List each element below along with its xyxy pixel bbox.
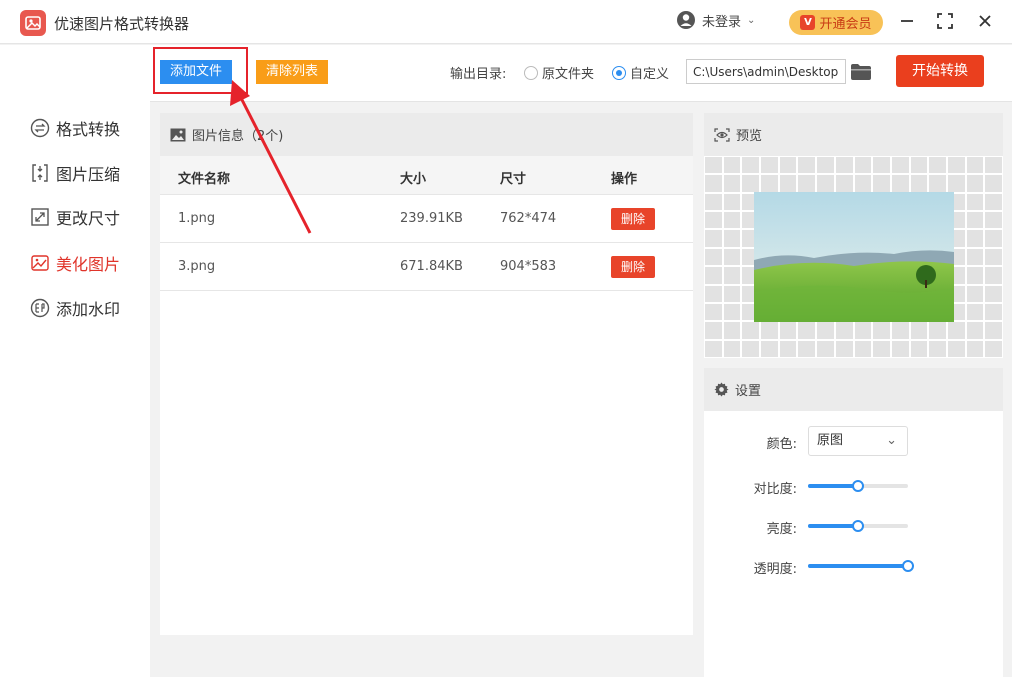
- login-status: 未登录: [702, 14, 742, 30]
- contrast-row: 对比度:: [704, 478, 1003, 497]
- chevron-down-icon: ⌄: [747, 14, 756, 26]
- chevron-down-icon: ⌄: [886, 433, 897, 448]
- compress-icon: [32, 164, 48, 182]
- color-select[interactable]: 原图 ⌄: [808, 426, 908, 456]
- user-avatar-icon: [677, 11, 695, 29]
- slider-handle[interactable]: [852, 480, 864, 492]
- maximize-button[interactable]: [934, 10, 956, 32]
- table-row[interactable]: 1.png 239.91KB 762*474 删除: [160, 195, 693, 243]
- add-file-button[interactable]: 添加文件: [160, 60, 232, 84]
- settings-title: 设置: [735, 384, 762, 399]
- minimize-button[interactable]: [896, 10, 918, 32]
- preview-title: 预览: [736, 129, 763, 144]
- close-icon: [979, 15, 991, 27]
- brightness-label: 亮度:: [766, 522, 797, 537]
- opacity-slider[interactable]: [808, 560, 914, 572]
- output-path-input[interactable]: [686, 59, 846, 84]
- watermark-icon: [30, 298, 50, 318]
- file-info-header: 图片信息（2个): [160, 113, 693, 156]
- start-convert-button[interactable]: 开始转换: [896, 55, 984, 87]
- settings-header: 设置: [704, 368, 1003, 411]
- clear-list-button[interactable]: 清除列表: [256, 60, 328, 84]
- sidebar-item-label: 图片压缩: [56, 165, 121, 184]
- file-dims: 904*583: [500, 259, 557, 274]
- folder-icon[interactable]: [850, 63, 872, 81]
- slider-fill: [808, 524, 858, 528]
- close-button[interactable]: [974, 10, 996, 32]
- file-size: 671.84KB: [400, 259, 463, 274]
- slider-fill: [808, 484, 858, 488]
- radio-unchecked-icon: [524, 65, 538, 80]
- column-header: 文件名称: [178, 172, 231, 187]
- radio-original-folder[interactable]: 原文件夹: [524, 63, 594, 82]
- maximize-icon: [937, 13, 953, 29]
- column-header: 尺寸: [500, 172, 527, 187]
- contrast-slider[interactable]: [808, 480, 908, 492]
- preview-panel: 预览: [704, 113, 1003, 358]
- gear-icon: [714, 382, 729, 397]
- sidebar-item-label: 更改尺寸: [56, 209, 121, 228]
- minimize-icon: [901, 20, 913, 22]
- vip-icon: V: [800, 15, 816, 30]
- image-icon: [170, 128, 186, 141]
- sidebar-item-compress[interactable]: 图片压缩: [30, 161, 120, 185]
- sidebar-item-resize[interactable]: 更改尺寸: [30, 205, 120, 229]
- vip-button[interactable]: V 开通会员: [789, 10, 883, 35]
- delete-button[interactable]: 删除: [611, 256, 655, 278]
- file-name: 1.png: [178, 211, 216, 226]
- slider-handle[interactable]: [902, 560, 914, 572]
- delete-button[interactable]: 删除: [611, 208, 655, 230]
- app-title: 优速图片格式转换器: [54, 15, 190, 33]
- radio-checked-icon: [612, 65, 626, 80]
- slider-handle[interactable]: [852, 520, 864, 532]
- contrast-label: 对比度:: [753, 482, 797, 497]
- brightness-slider[interactable]: [808, 520, 908, 532]
- settings-panel: 设置 颜色: 原图 ⌄ 对比度: 亮度: 透明度:: [704, 368, 1003, 677]
- sidebar-item-label: 添加水印: [56, 300, 121, 319]
- preview-eye-icon: [714, 127, 730, 142]
- opacity-label: 透明度:: [753, 562, 797, 577]
- output-dir-label: 输出目录:: [450, 67, 507, 82]
- column-header: 操作: [611, 172, 638, 187]
- user-menu[interactable]: 未登录 ⌄: [676, 10, 755, 30]
- file-info-panel: 图片信息（2个) 文件名称 大小 尺寸 操作 1.png 239.91KB 76…: [160, 113, 693, 635]
- sidebar-item-format-convert[interactable]: 格式转换: [30, 116, 120, 140]
- preview-image: [754, 192, 954, 322]
- color-value: 原图: [817, 433, 844, 448]
- color-row: 颜色: 原图 ⌄: [704, 426, 1003, 456]
- table-row[interactable]: 3.png 671.84KB 904*583 删除: [160, 243, 693, 291]
- radio-custom-label: 自定义: [630, 67, 670, 82]
- beautify-icon: [31, 255, 49, 271]
- vip-label: 开通会员: [819, 17, 872, 32]
- sidebar-item-beautify[interactable]: 美化图片: [30, 251, 120, 275]
- file-size: 239.91KB: [400, 211, 463, 226]
- sidebar-item-watermark[interactable]: 添加水印: [30, 296, 120, 320]
- sidebar-item-label: 美化图片: [56, 255, 121, 274]
- sidebar-item-label: 格式转换: [56, 120, 121, 139]
- slider-fill: [808, 564, 908, 568]
- color-label: 颜色:: [766, 437, 797, 452]
- app-logo-icon: [20, 10, 46, 36]
- radio-custom-folder[interactable]: 自定义: [612, 63, 669, 82]
- sidebar: 格式转换 图片压缩 更改尺寸 美化图片 添加水印: [0, 45, 150, 677]
- brightness-row: 亮度:: [704, 518, 1003, 537]
- title-bar: 优速图片格式转换器 未登录 ⌄ V 开通会员: [0, 0, 1012, 44]
- opacity-row: 透明度:: [704, 558, 1003, 577]
- format-convert-icon: [30, 118, 50, 138]
- radio-original-label: 原文件夹: [542, 67, 595, 82]
- file-name: 3.png: [178, 259, 216, 274]
- table-header: 文件名称 大小 尺寸 操作: [160, 156, 693, 195]
- column-header: 大小: [400, 172, 427, 187]
- file-dims: 762*474: [500, 211, 557, 226]
- resize-icon: [31, 208, 49, 226]
- toolbar: 添加文件 清除列表 输出目录: 原文件夹 自定义 开始转换: [150, 45, 1012, 102]
- preview-header: 预览: [704, 113, 1003, 156]
- file-info-title: 图片信息（2个): [192, 129, 284, 144]
